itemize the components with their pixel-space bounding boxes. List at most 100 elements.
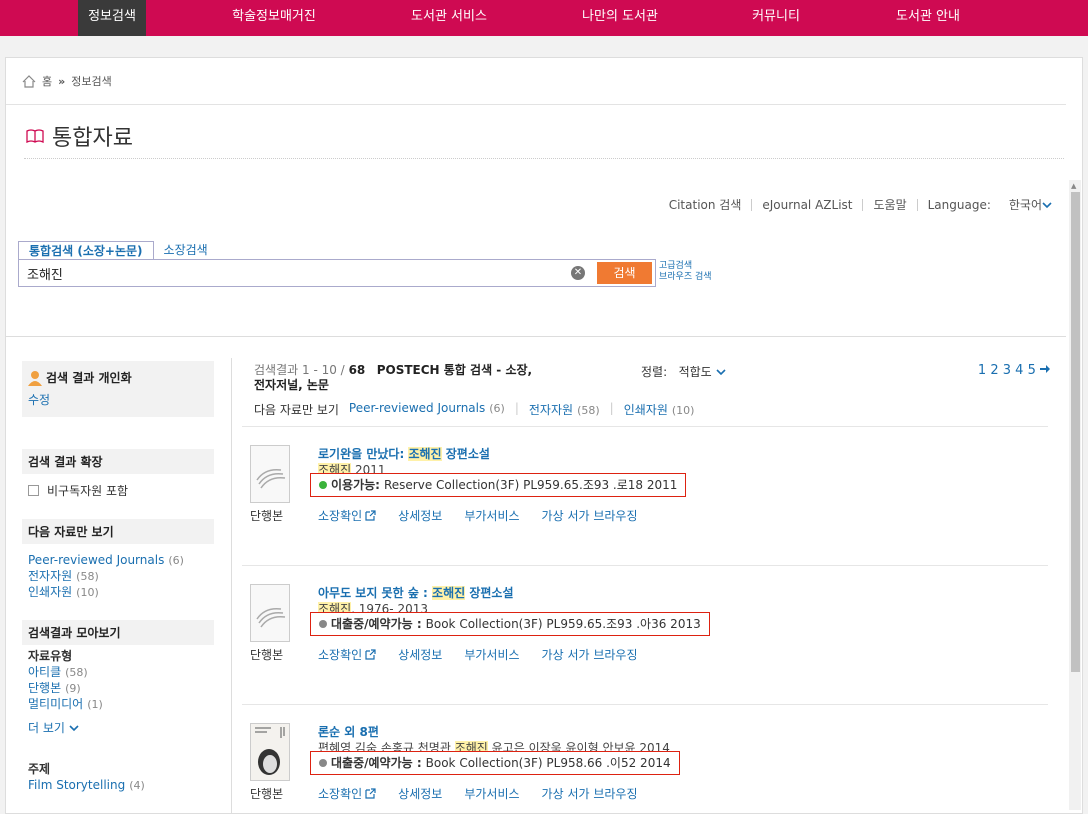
subject-facet-title: 주제 [28, 762, 51, 776]
check-holdings-link[interactable]: 소장확인 [318, 507, 362, 524]
facet-film-storytelling[interactable]: Film Storytelling [28, 778, 125, 792]
clear-icon[interactable]: ✕ [571, 266, 585, 280]
page-title-text: 통합자료 [52, 126, 133, 151]
status-dot-icon [319, 620, 327, 628]
ejournal-azlist-link[interactable]: eJournal AZList [762, 198, 852, 212]
nav-community[interactable]: 커뮤니티 [735, 0, 817, 36]
filter-print[interactable]: 인쇄자원 [624, 403, 668, 417]
call-number: Reserve Collection(3F) PL959.65.조93 .로18… [383, 478, 678, 492]
book-cover-placeholder[interactable] [250, 445, 290, 503]
advanced-search-link[interactable]: 고급검색 [659, 261, 712, 272]
nav-my-library[interactable]: 나만의 도서관 [566, 0, 674, 36]
availability-status: 대출중/예약가능 : [331, 756, 422, 770]
result-record: 단행본 론순 외 8편 편혜영 김숨 손홍규 천명관 조해진 윤고은 이장욱 윤… [242, 704, 1048, 814]
divider [6, 104, 1066, 105]
extra-services-link[interactable]: 부가서비스 [464, 507, 519, 524]
record-title[interactable]: 아무도 보지 못한 숲 : 조해진 장편소설 [318, 584, 514, 601]
details-link[interactable]: 상세정보 [398, 507, 442, 524]
sort-select[interactable]: 적합도 [679, 365, 712, 379]
breadcrumb-home[interactable]: 홈 [42, 73, 52, 89]
check-holdings-link[interactable]: 소장확인 [318, 785, 362, 802]
page-link[interactable]: 5 [1028, 363, 1036, 378]
check-holdings-link[interactable]: 소장확인 [318, 646, 362, 663]
sidebar-filter-print[interactable]: 인쇄자원 [28, 585, 72, 599]
external-link-icon[interactable] [365, 510, 376, 521]
virtual-shelf-link[interactable]: 가상 서가 브라우징 [542, 507, 638, 524]
more-facets-link[interactable]: 더 보기 [28, 720, 65, 736]
extra-services-link[interactable]: 부가서비스 [464, 785, 519, 802]
filter-peer-reviewed[interactable]: Peer-reviewed Journals [349, 401, 485, 415]
citation-search-link[interactable]: Citation 검색 [669, 196, 742, 213]
nav-library-services[interactable]: 도서관 서비스 [395, 0, 503, 36]
nonholding-checkbox[interactable] [28, 485, 39, 496]
results-summary: 검색결과 1 - 10 / 68 POSTECH 통합 검색 - 소장, 전자저… [254, 363, 544, 393]
facet-count: (1) [87, 698, 103, 711]
details-link[interactable]: 상세정보 [398, 785, 442, 802]
page-title: 통합자료 [26, 120, 133, 152]
book-icon [26, 129, 44, 143]
sidebar-filter-electronic[interactable]: 전자자원 [28, 569, 72, 583]
edit-link[interactable]: 수정 [28, 392, 208, 408]
nav-library-guide[interactable]: 도서관 안내 [880, 0, 976, 36]
language-select[interactable]: 한국어 [1009, 196, 1042, 213]
result-record: 단행본 아무도 보지 못한 숲 : 조해진 장편소설 조해진, 1976- 20… [242, 565, 1048, 703]
search-input[interactable] [19, 260, 559, 286]
record-actions: 소장확인 상세정보 부가서비스 가상 서가 브라우징 [318, 646, 638, 663]
results-range-label: 검색결과 [254, 363, 299, 377]
record-title[interactable]: 론순 외 8편 [318, 723, 379, 740]
availability-status: 이용가능: [331, 478, 380, 492]
availability-box: 대출중/예약가능 : Book Collection(3F) PL958.66 … [310, 751, 680, 775]
nav-magazine[interactable]: 학술정보매거진 [220, 0, 328, 36]
scroll-up-icon[interactable]: ▲ [1071, 182, 1076, 190]
book-cover-placeholder[interactable] [250, 584, 290, 642]
page-link[interactable]: 1 [978, 363, 986, 378]
tab-holdings-search[interactable]: 소장검색 [154, 241, 218, 259]
page-link[interactable]: 4 [1015, 363, 1023, 378]
page-link[interactable]: 2 [990, 363, 998, 378]
call-number: Book Collection(3F) PL958.66 .이52 2014 [425, 756, 671, 770]
tab-integrated-search[interactable]: 통합검색 (소장+논문) [18, 241, 154, 259]
search-button[interactable]: 검색 [597, 262, 652, 284]
search-box: ✕ 검색 [18, 259, 656, 287]
external-link-icon[interactable] [365, 788, 376, 799]
external-link-icon[interactable] [365, 649, 376, 660]
divider [751, 198, 753, 211]
language-label: Language: [927, 197, 991, 212]
facet-multimedia[interactable]: 멀티미디어 [28, 697, 83, 711]
browse-search-link[interactable]: 브라우즈 검색 [659, 272, 712, 283]
sidebar-filter-peer-reviewed[interactable]: Peer-reviewed Journals [28, 553, 164, 567]
sidebar: 검색 결과 개인화 수정 검색 결과 확장 비구독자원 포함 다음 자료만 보기… [22, 361, 214, 793]
extra-services-link[interactable]: 부가서비스 [464, 646, 519, 663]
result-record: 단행본 로기완을 만났다: 조해진 장편소설 조해진 2011 이용가능: Re… [242, 426, 1048, 564]
virtual-shelf-link[interactable]: 가상 서가 브라우징 [542, 646, 638, 663]
chevron-down-icon[interactable] [69, 724, 79, 732]
personalize-title: 검색 결과 개인화 [46, 371, 132, 385]
pagination: 1 2 3 4 5 [978, 363, 1050, 378]
chevron-down-icon[interactable] [1042, 201, 1052, 209]
chevron-down-icon[interactable] [715, 368, 726, 376]
details-link[interactable]: 상세정보 [398, 646, 442, 663]
top-navigation: 정보검색 학술정보매거진 도서관 서비스 나만의 도서관 커뮤니티 도서관 안내 [0, 0, 1088, 36]
virtual-shelf-link[interactable]: 가상 서가 브라우징 [542, 785, 638, 802]
home-icon[interactable] [22, 74, 36, 88]
record-title[interactable]: 로기완을 만났다: 조해진 장편소설 [318, 445, 490, 462]
record-type: 단행본 [250, 509, 284, 523]
book-cover[interactable] [250, 723, 290, 781]
scrollbar[interactable]: ▲ [1069, 180, 1081, 810]
record-type: 단행본 [250, 787, 284, 801]
divider [862, 198, 864, 211]
filter-electronic[interactable]: 전자자원 [529, 403, 573, 417]
nav-info-search[interactable]: 정보검색 [78, 0, 146, 36]
help-link[interactable]: 도움말 [873, 196, 906, 213]
scrollbar-thumb[interactable] [1071, 192, 1080, 672]
facet-article[interactable]: 아티클 [28, 665, 61, 679]
facet-book[interactable]: 단행본 [28, 681, 61, 695]
record-actions: 소장확인 상세정보 부가서비스 가상 서가 브라우징 [318, 507, 638, 524]
book-icon [256, 607, 286, 628]
book-icon [256, 468, 286, 489]
availability-box: 이용가능: Reserve Collection(3F) PL959.65.조9… [310, 473, 687, 497]
book-cover-image [251, 724, 289, 780]
page-link[interactable]: 3 [1003, 363, 1011, 378]
filter-count: (10) [76, 586, 99, 599]
arrow-right-icon[interactable] [1040, 364, 1050, 374]
